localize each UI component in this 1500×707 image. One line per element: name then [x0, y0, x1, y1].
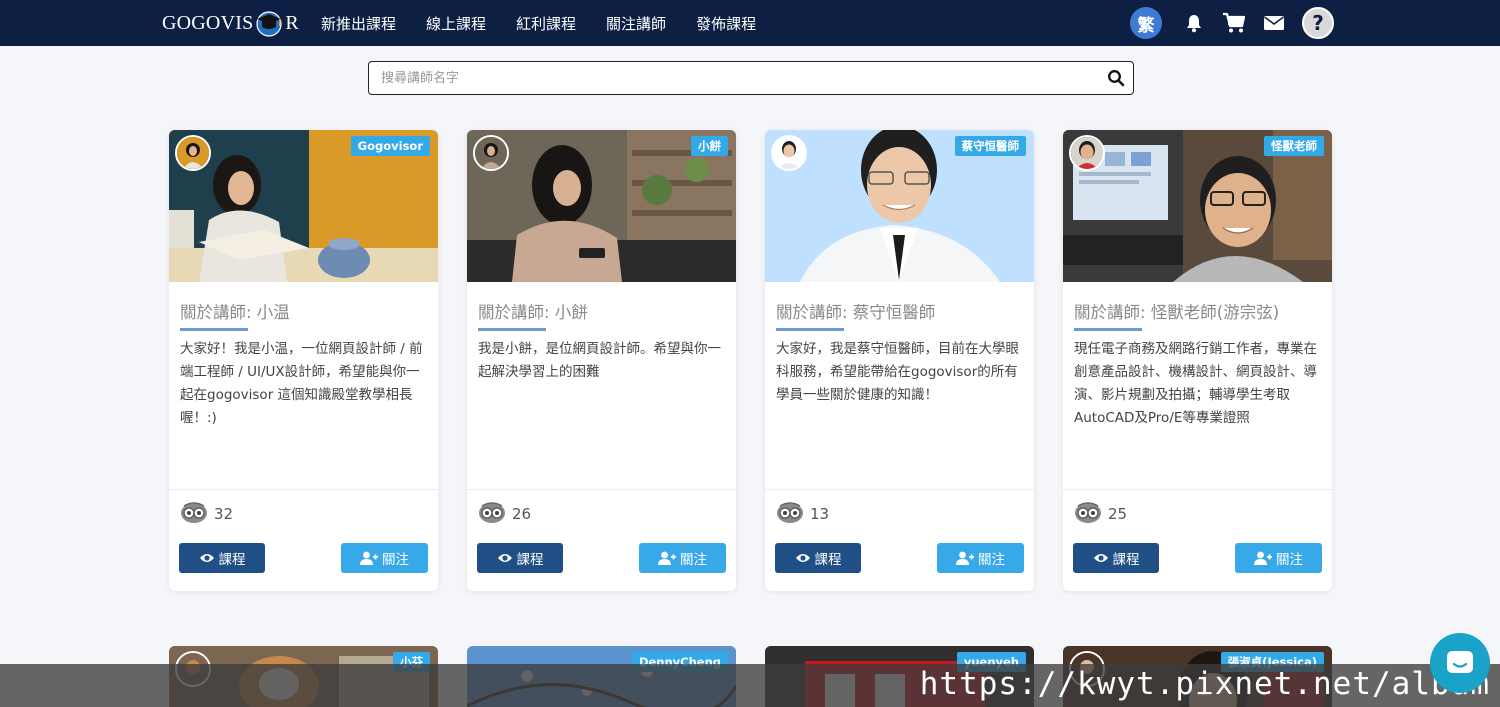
- language-toggle[interactable]: 繁: [1130, 7, 1162, 39]
- button-label: 課程: [218, 552, 246, 568]
- user-plus-icon: [1254, 551, 1272, 565]
- title-underline: [1074, 328, 1142, 331]
- instructor-description: 大家好，我是蔡守恒醫師，目前在大學眼科服務，希望能帶給在gogovisor的所有…: [776, 341, 1019, 403]
- avatar: [473, 135, 509, 171]
- eye-icon: [795, 554, 810, 562]
- card-divider: [765, 489, 1034, 490]
- owl-icon: [776, 500, 804, 528]
- eye-icon: [497, 554, 512, 562]
- instructor-tag[interactable]: 怪獸老師: [1264, 136, 1324, 156]
- title-underline: [180, 328, 248, 331]
- instructor-search-box: [368, 61, 1134, 95]
- eye-icon: [199, 554, 214, 562]
- chat-widget-button[interactable]: [1430, 633, 1490, 693]
- title-underline: [478, 328, 546, 331]
- follower-count: 32: [214, 505, 234, 523]
- avatar: [1069, 135, 1105, 171]
- follow-button[interactable]: 關注: [937, 543, 1024, 573]
- bell-icon[interactable]: [1182, 11, 1206, 35]
- card-divider: [1063, 489, 1332, 490]
- logo-text-right: R: [285, 11, 299, 34]
- chat-icon: [1447, 651, 1473, 673]
- button-label: 課程: [516, 552, 544, 568]
- user-plus-icon: [658, 551, 676, 565]
- nav-online-courses[interactable]: 線上課程: [426, 13, 486, 34]
- instructor-card: 小餅 關於講師: 小餅 我是小餅，是位網頁設計師。希望與你一起解決學習上的困難 …: [467, 130, 736, 591]
- avatar: [771, 135, 807, 171]
- instructor-tag[interactable]: 小餅: [691, 136, 728, 156]
- button-label: 課程: [1112, 552, 1140, 568]
- owl-icon: [478, 500, 506, 528]
- help-icon[interactable]: ?: [1302, 7, 1334, 39]
- instructor-description: 大家好！我是小温，一位網頁設計師 / 前端工程師 / UI/UX設計師，希望能與…: [180, 341, 423, 426]
- follow-button[interactable]: 關注: [1235, 543, 1322, 573]
- follow-button[interactable]: 關注: [639, 543, 726, 573]
- view-courses-button[interactable]: 課程: [775, 543, 861, 573]
- button-label: 課程: [814, 552, 842, 568]
- follow-button[interactable]: 關注: [341, 543, 428, 573]
- user-plus-icon: [360, 551, 378, 565]
- instructor-title: 關於講師: 蔡守恒醫師: [776, 303, 936, 322]
- button-label: 關注: [680, 552, 707, 568]
- instructor-description: 我是小餅，是位網頁設計師。希望與你一起解決學習上的困難: [478, 341, 721, 380]
- button-label: 關注: [1276, 552, 1303, 568]
- title-underline: [776, 328, 844, 331]
- instructor-search-input[interactable]: [381, 62, 1081, 94]
- cart-icon[interactable]: [1222, 11, 1246, 35]
- view-courses-button[interactable]: 課程: [477, 543, 563, 573]
- view-courses-button[interactable]: 課程: [1073, 543, 1159, 573]
- graduation-cap-icon: [254, 9, 284, 37]
- view-courses-button[interactable]: 課程: [179, 543, 265, 573]
- search-icon[interactable]: [1107, 69, 1125, 87]
- owl-icon: [1074, 500, 1102, 528]
- nav-publish-course[interactable]: 發佈課程: [696, 13, 756, 34]
- follower-stats: 13: [776, 502, 829, 526]
- instructor-card: 怪獸老師 關於講師: 怪獸老師(游宗弦) 現任電子商務及網路行銷工作者，專業在創…: [1063, 130, 1332, 591]
- button-label: 關注: [978, 552, 1005, 568]
- instructor-card: Gogovisor 關於講師: 小温 大家好！我是小温，一位網頁設計師 / 前端…: [169, 130, 438, 591]
- mail-icon[interactable]: [1262, 11, 1286, 35]
- follower-count: 26: [512, 505, 532, 523]
- follower-stats: 26: [478, 502, 531, 526]
- card-divider: [467, 489, 736, 490]
- main-menu: 新推出課程 線上課程 紅利課程 關注講師 發佈課程: [321, 0, 786, 46]
- nav-new-courses[interactable]: 新推出課程: [321, 13, 396, 34]
- nav-followed-instructors[interactable]: 關注講師: [606, 13, 666, 34]
- nav-bonus-courses[interactable]: 紅利課程: [516, 13, 576, 34]
- top-navbar: GOGOVIS R 新推出課程 線上課程 紅利課程 關注講師 發佈課程 繁 ?: [0, 0, 1500, 46]
- follower-stats: 32: [180, 502, 233, 526]
- instructor-card: 蔡守恒醫師 關於講師: 蔡守恒醫師 大家好，我是蔡守恒醫師，目前在大學眼科服務，…: [765, 130, 1034, 591]
- watermark-band: https://kwyt.pixnet.net/album: [0, 664, 1500, 707]
- site-logo[interactable]: GOGOVIS R: [162, 9, 299, 37]
- instructor-description: 現任電子商務及網路行銷工作者，專業在創意產品設計、機構設計、網頁設計、導演、影片…: [1074, 341, 1317, 426]
- card-divider: [169, 489, 438, 490]
- instructor-title: 關於講師: 小餅: [478, 303, 588, 322]
- follower-count: 25: [1108, 505, 1128, 523]
- avatar: [175, 135, 211, 171]
- owl-icon: [180, 500, 208, 528]
- follower-count: 13: [810, 505, 830, 523]
- instructor-title: 關於講師: 怪獸老師(游宗弦): [1074, 303, 1280, 322]
- button-label: 關注: [382, 552, 409, 568]
- user-plus-icon: [956, 551, 974, 565]
- navbar-actions: 繁 ?: [1130, 4, 1334, 42]
- eye-icon: [1093, 554, 1108, 562]
- instructor-tag[interactable]: 蔡守恒醫師: [954, 136, 1026, 156]
- follower-stats: 25: [1074, 502, 1127, 526]
- instructor-tag[interactable]: Gogovisor: [350, 136, 430, 156]
- logo-text-left: GOGOVIS: [162, 11, 254, 34]
- instructor-title: 關於講師: 小温: [180, 303, 290, 322]
- watermark-text: https://kwyt.pixnet.net/album: [919, 666, 1490, 702]
